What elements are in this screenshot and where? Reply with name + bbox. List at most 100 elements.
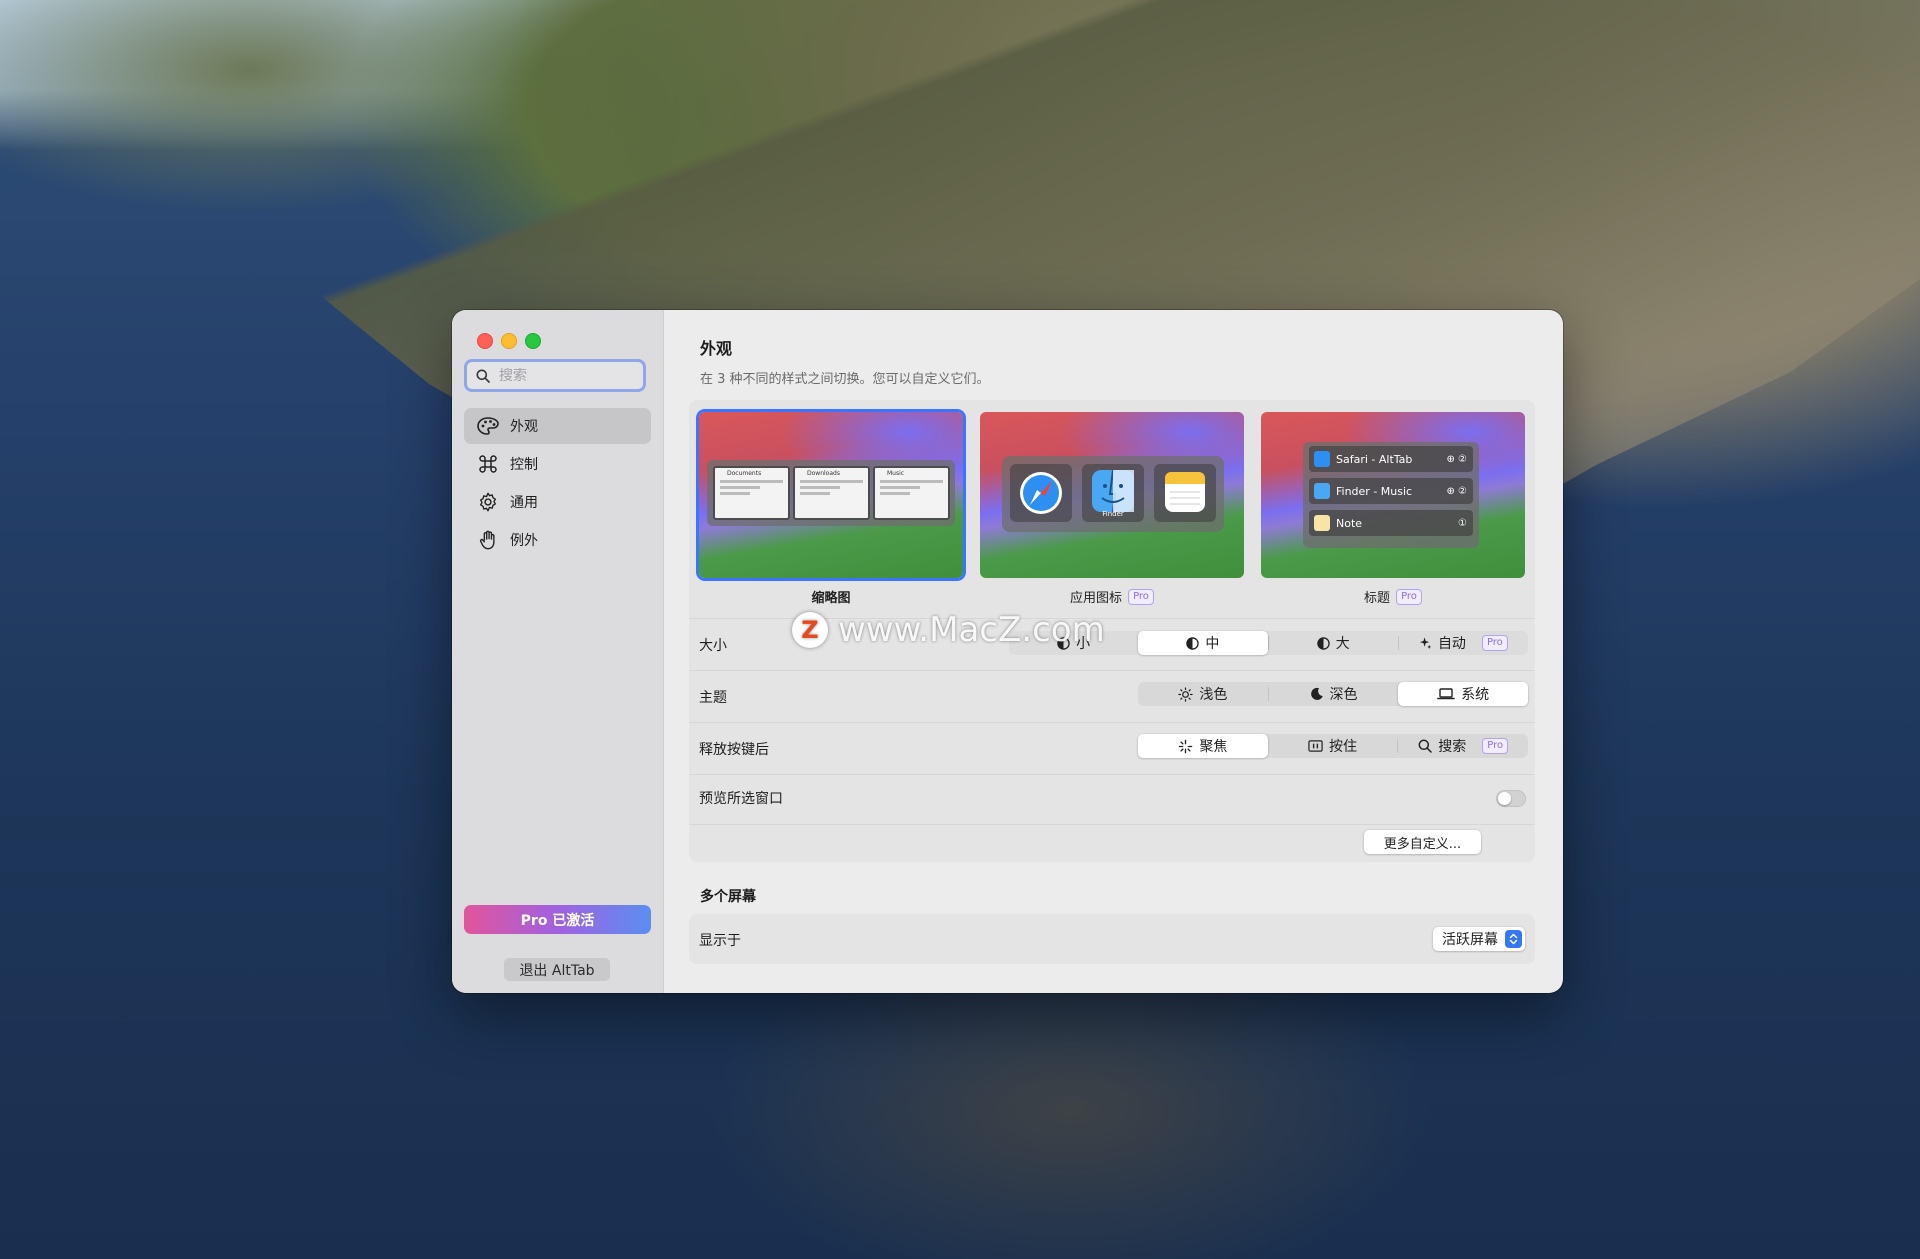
- preview-toggle-switch[interactable]: [1496, 790, 1526, 807]
- style-label-thumbnails: 缩略图: [699, 587, 963, 606]
- pro-badge: Pro: [1481, 635, 1508, 651]
- minimize-window-button[interactable]: [501, 333, 517, 349]
- style-label-titles: 标题 Pro: [1261, 587, 1525, 606]
- search-icon: [1418, 739, 1432, 753]
- sidebar: 外观 控制 通用 例外 Pro 已激活 退出 AltTab: [452, 310, 664, 993]
- segment-label: 按住: [1329, 739, 1357, 755]
- thumbnail-title: Downloads: [807, 470, 840, 477]
- title-row-text: Note: [1336, 516, 1363, 530]
- quit-app-button[interactable]: 退出 AltTab: [504, 958, 610, 981]
- app-icons-preview: Finder: [1002, 456, 1224, 532]
- theme-segmented-control[interactable]: 浅色 深色 系统: [1138, 682, 1529, 706]
- size-option-medium[interactable]: 中: [1138, 631, 1268, 655]
- focus-sparkle-icon: [1179, 739, 1193, 753]
- size-label: 大小: [699, 638, 727, 654]
- sidebar-item-general[interactable]: 通用: [464, 484, 651, 520]
- pro-badge: Pro: [1396, 588, 1422, 605]
- pro-badge: Pro: [1482, 738, 1509, 754]
- search-icon: [476, 369, 490, 383]
- watermark: Z www.MacZ.com: [792, 608, 1105, 652]
- release-label: 释放按键后: [699, 742, 769, 758]
- release-option-search[interactable]: 搜索 Pro: [1398, 734, 1528, 758]
- theme-option-system[interactable]: 系统: [1398, 682, 1529, 706]
- thumbnail-window: Documents: [713, 466, 790, 520]
- sidebar-item-appearance[interactable]: 外观: [464, 408, 651, 444]
- multi-screen-section-title: 多个屏幕: [700, 889, 756, 905]
- title-row-count: ⊕ ②: [1446, 485, 1467, 497]
- title-row: Finder - Music ⊕ ②: [1309, 478, 1473, 504]
- thumbnails-preview: Documents Downloads Music: [707, 460, 955, 526]
- size-option-auto[interactable]: 自动 Pro: [1399, 631, 1528, 655]
- theme-setting-row: 主题 浅色 深色 系统: [689, 670, 1535, 721]
- segment-label: 深色: [1329, 687, 1358, 703]
- titles-preview: Safari - AltTab ⊕ ② Finder - Music ⊕ ② N…: [1303, 442, 1479, 548]
- page-title: 外观: [700, 339, 733, 358]
- title-row: Note ①: [1309, 510, 1473, 536]
- watermark-logo-icon: Z: [792, 612, 828, 648]
- more-customization-button[interactable]: 更多自定义...: [1364, 830, 1481, 854]
- toggle-knob: [1498, 792, 1511, 805]
- segment-label: 中: [1205, 636, 1220, 652]
- palette-icon: [477, 417, 499, 435]
- preview-label: 预览所选窗口: [699, 791, 783, 807]
- size-option-large[interactable]: 大: [1269, 631, 1398, 655]
- sidebar-item-exceptions[interactable]: 例外: [464, 522, 651, 558]
- watermark-text: www.MacZ.com: [838, 610, 1105, 650]
- finder-label: Finder: [1102, 510, 1124, 518]
- sidebar-item-label: 通用: [510, 495, 538, 511]
- thumbnail-title: Music: [887, 470, 905, 477]
- laptop-icon: [1437, 688, 1455, 700]
- half-circle-icon: [1186, 636, 1200, 650]
- sidebar-item-label: 控制: [510, 457, 538, 473]
- search-field[interactable]: [464, 359, 646, 392]
- search-input[interactable]: [497, 366, 631, 385]
- style-option-app-icons[interactable]: Finder: [980, 412, 1244, 578]
- safari-icon: [1314, 451, 1330, 467]
- half-circle-icon: [1316, 636, 1330, 650]
- pause-box-icon: [1308, 740, 1323, 752]
- style-label-text: 应用图标: [1070, 591, 1123, 606]
- command-key-icon: [479, 455, 497, 473]
- thumbnail-window: Downloads: [793, 466, 870, 520]
- release-option-focus[interactable]: 聚焦: [1138, 734, 1268, 758]
- theme-option-dark[interactable]: 深色: [1269, 682, 1399, 706]
- safari-icon: [1010, 464, 1072, 522]
- style-label-app-icons: 应用图标 Pro: [980, 587, 1244, 606]
- theme-label: 主题: [699, 690, 727, 706]
- close-window-button[interactable]: [477, 333, 493, 349]
- gear-icon: [479, 492, 497, 512]
- segment-label: 搜索: [1438, 739, 1467, 755]
- pro-activated-button[interactable]: Pro 已激活: [464, 905, 651, 934]
- sparkle-icon: [1419, 637, 1432, 649]
- release-segmented-control[interactable]: 聚焦 按住 搜索 Pro: [1138, 734, 1528, 758]
- style-option-thumbnails[interactable]: Documents Downloads Music: [699, 412, 963, 578]
- zoom-window-button[interactable]: [525, 333, 541, 349]
- segment-label: 系统: [1461, 687, 1490, 703]
- show-on-label: 显示于: [699, 933, 741, 949]
- segment-label: 大: [1335, 636, 1350, 652]
- sidebar-item-label: 例外: [510, 533, 538, 549]
- moon-icon: [1310, 687, 1323, 700]
- sun-icon: [1178, 686, 1193, 702]
- sidebar-item-controls[interactable]: 控制: [464, 446, 651, 482]
- release-setting-row: 释放按键后 聚焦 按住 搜索 Pro: [689, 722, 1535, 773]
- release-option-hold[interactable]: 按住: [1268, 734, 1398, 758]
- style-option-titles[interactable]: Safari - AltTab ⊕ ② Finder - Music ⊕ ② N…: [1261, 412, 1525, 578]
- title-row-text: Safari - AltTab: [1336, 452, 1413, 466]
- page-subtitle: 在 3 种不同的样式之间切换。您可以自定义它们。: [700, 372, 990, 387]
- show-on-value: 活跃屏幕: [1442, 932, 1498, 948]
- title-row: Safari - AltTab ⊕ ②: [1309, 446, 1473, 472]
- style-label-text: 缩略图: [811, 591, 851, 606]
- title-row-text: Finder - Music: [1336, 484, 1413, 498]
- notes-icon: [1154, 464, 1216, 522]
- segment-label: 浅色: [1199, 687, 1228, 703]
- sidebar-item-label: 外观: [510, 419, 538, 435]
- chevron-up-down-icon: [1505, 930, 1522, 948]
- theme-option-light[interactable]: 浅色: [1138, 682, 1268, 706]
- preview-setting-row: 预览所选窗口: [689, 774, 1535, 825]
- title-row-count: ⊕ ②: [1446, 453, 1467, 465]
- multi-screen-panel: 显示于 活跃屏幕: [689, 914, 1535, 964]
- show-on-select[interactable]: 活跃屏幕: [1433, 927, 1525, 951]
- pro-badge: Pro: [1128, 588, 1154, 605]
- finder-icon: Finder: [1082, 464, 1144, 522]
